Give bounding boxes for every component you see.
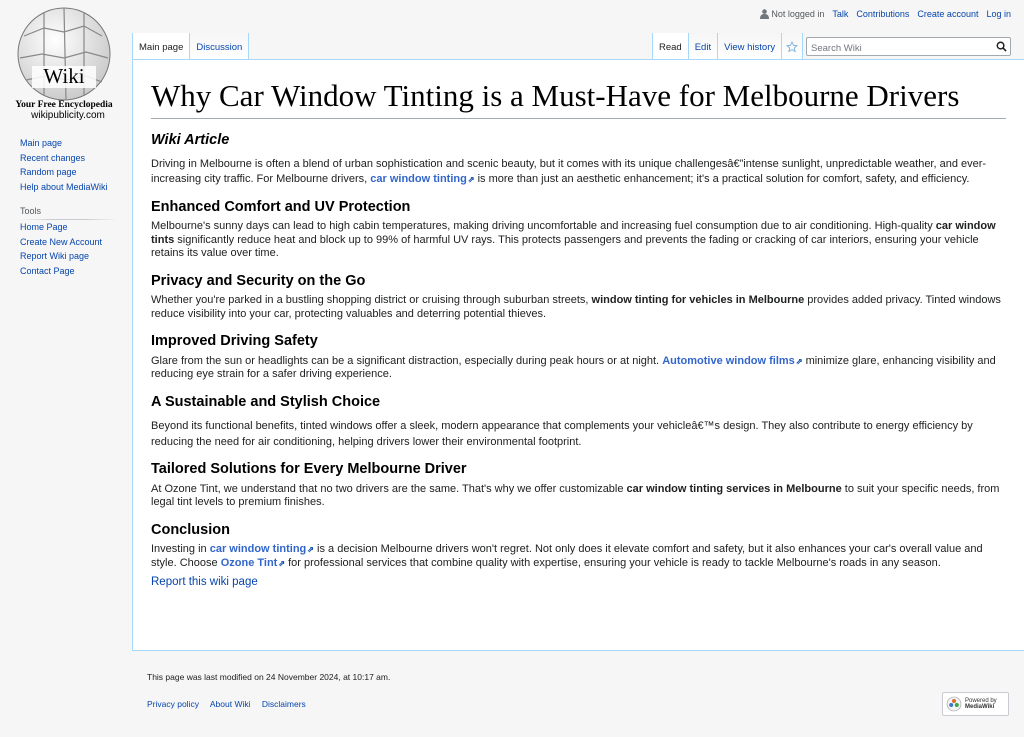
search-box [806,37,1011,57]
logo-tagline: Your Free Encyclopedia [15,100,113,110]
view-tabs: Read Edit View history [652,33,804,60]
tab-read-label[interactable]: Read [659,42,682,53]
conclusion-text-1: Investing in [151,543,210,555]
user-icon [760,9,770,19]
nav-main-page[interactable]: Main page [20,138,62,148]
ozone-tint-link[interactable]: Ozone Tint [221,557,285,569]
section-heading-safety: Improved Driving Safety [151,333,318,349]
last-modified-text: This page was last modified on 24 Novemb… [147,672,391,682]
mediawiki-flower-icon [946,696,962,712]
tab-view-history[interactable]: View history [718,33,783,60]
tab-read[interactable]: Read [652,33,689,60]
main-content: Why Car Window Tinting is a Must-Have fo… [132,59,1024,651]
navigation-list: Main page Recent changes Random page Hel… [0,136,130,194]
star-icon[interactable] [786,40,799,53]
disclaimers-link[interactable]: Disclaimers [262,699,306,709]
privacy-bold-text: window tinting for vehicles in Melbourne [591,294,805,306]
tools-contact-page[interactable]: Contact Page [20,266,75,276]
privacy-text-1: Whether you're parked in a bustling shop… [151,294,592,306]
tab-view-history-label[interactable]: View history [724,42,775,53]
safety-text-1: Glare from the sun or headlights can be … [151,354,663,367]
puzzle-globe-icon: Wiki Your Free Encyclopedia [15,7,113,110]
sidebar: Main page Recent changes Random page Hel… [0,136,130,278]
log-in-link[interactable]: Log in [986,9,1011,19]
footer-links: Privacy policy About Wiki Disclaimers [147,699,390,709]
nav-help[interactable]: Help about MediaWiki [20,182,108,192]
tab-main-page-label[interactable]: Main page [139,42,183,53]
watch-star-tab[interactable] [782,33,804,60]
section-paragraph-safety: Glare from the sun or headlights can be … [151,355,1006,382]
tools-heading: Tools [20,206,118,220]
contributions-link[interactable]: Contributions [856,9,909,19]
privacy-policy-link[interactable]: Privacy policy [147,699,199,709]
tailored-text-1: At Ozone Tint, we understand that no two… [151,482,627,495]
mediawiki-line: MediaWiki [965,704,995,710]
personal-tools: Not logged in Talk Contributions Create … [760,9,1011,19]
page-title: Why Car Window Tinting is a Must-Have fo… [151,76,1006,119]
search-input[interactable] [807,40,987,57]
tab-main-page[interactable]: Main page [132,33,191,60]
logo-title: Wiki [43,64,84,88]
tab-discussion[interactable]: Discussion [190,33,250,60]
site-logo[interactable]: Wiki Your Free Encyclopedia wikipublicit… [0,0,130,128]
intro-car-window-tinting-link[interactable]: car window tinting [370,173,474,185]
section-heading-privacy: Privacy and Security on the Go [151,272,366,289]
nav-recent-changes[interactable]: Recent changes [20,153,85,163]
talk-link[interactable]: Talk [832,9,848,19]
comfort-text-2: significantly reduce heat and block up t… [151,233,979,260]
tools-report-page[interactable]: Report Wiki page [20,251,89,261]
section-paragraph-conclusion: Investing in car window tinting is a dec… [151,543,1006,570]
section-heading-comfort: Enhanced Comfort and UV Protection [151,198,411,215]
section-paragraph-tailored: At Ozone Tint, we understand that no two… [151,483,1006,510]
not-logged-in-text: Not logged in [771,9,825,19]
article-body: Wiki Article Driving in Melbourne is oft… [151,132,1006,590]
tab-edit-label[interactable]: Edit [695,42,711,53]
powered-by-mediawiki-badge[interactable]: Powered by MediaWiki [942,692,1009,716]
section-heading-sustainable: A Sustainable and Stylish Choice [151,393,381,410]
wiki-article-label: Wiki Article [151,132,230,148]
namespace-tabs: Main page Discussion [132,33,250,60]
tab-edit[interactable]: Edit [688,33,719,60]
footer: This page was last modified on 24 Novemb… [147,672,390,709]
section-heading-conclusion: Conclusion [151,521,230,538]
tools-create-account[interactable]: Create New Account [20,237,102,247]
section-paragraph-privacy: Whether you're parked in a bustling shop… [151,294,1006,321]
section-heading-tailored: Tailored Solutions for Every Melbourne D… [151,461,467,477]
tools-list: Home Page Create New Account Report Wiki… [0,220,130,278]
create-account-link[interactable]: Create account [917,9,978,19]
intro-paragraph: Driving in Melbourne is often a blend of… [151,157,1006,188]
intro-text-2: is more than just an aesthetic enhanceme… [474,173,970,185]
tools-home-page[interactable]: Home Page [20,222,68,232]
conclusion-car-window-tinting-link[interactable]: car window tinting [210,543,314,555]
section-paragraph-sustainable: Beyond its functional benefits, tinted w… [151,420,973,448]
powered-by-text: Powered by MediaWiki [965,698,997,710]
tailored-bold-text: car window tinting services in Melbourne [626,482,842,495]
login-status: Not logged in [760,9,824,19]
search-icon[interactable] [996,41,1007,52]
automotive-window-films-link[interactable]: Automotive window films [662,355,802,367]
logo-domain: wikipublicity.com [31,110,105,121]
comfort-text-1: Melbourne's sunny days can lead to high … [151,220,936,232]
report-wiki-page-link[interactable]: Report this wiki page [151,576,258,588]
nav-random-page[interactable]: Random page [20,167,77,177]
about-wiki-link[interactable]: About Wiki [210,699,251,709]
tab-discussion-label[interactable]: Discussion [196,42,242,53]
conclusion-text-3: for professional services that combine q… [285,556,941,569]
section-paragraph-comfort: Melbourne's sunny days can lead to high … [151,220,1006,261]
